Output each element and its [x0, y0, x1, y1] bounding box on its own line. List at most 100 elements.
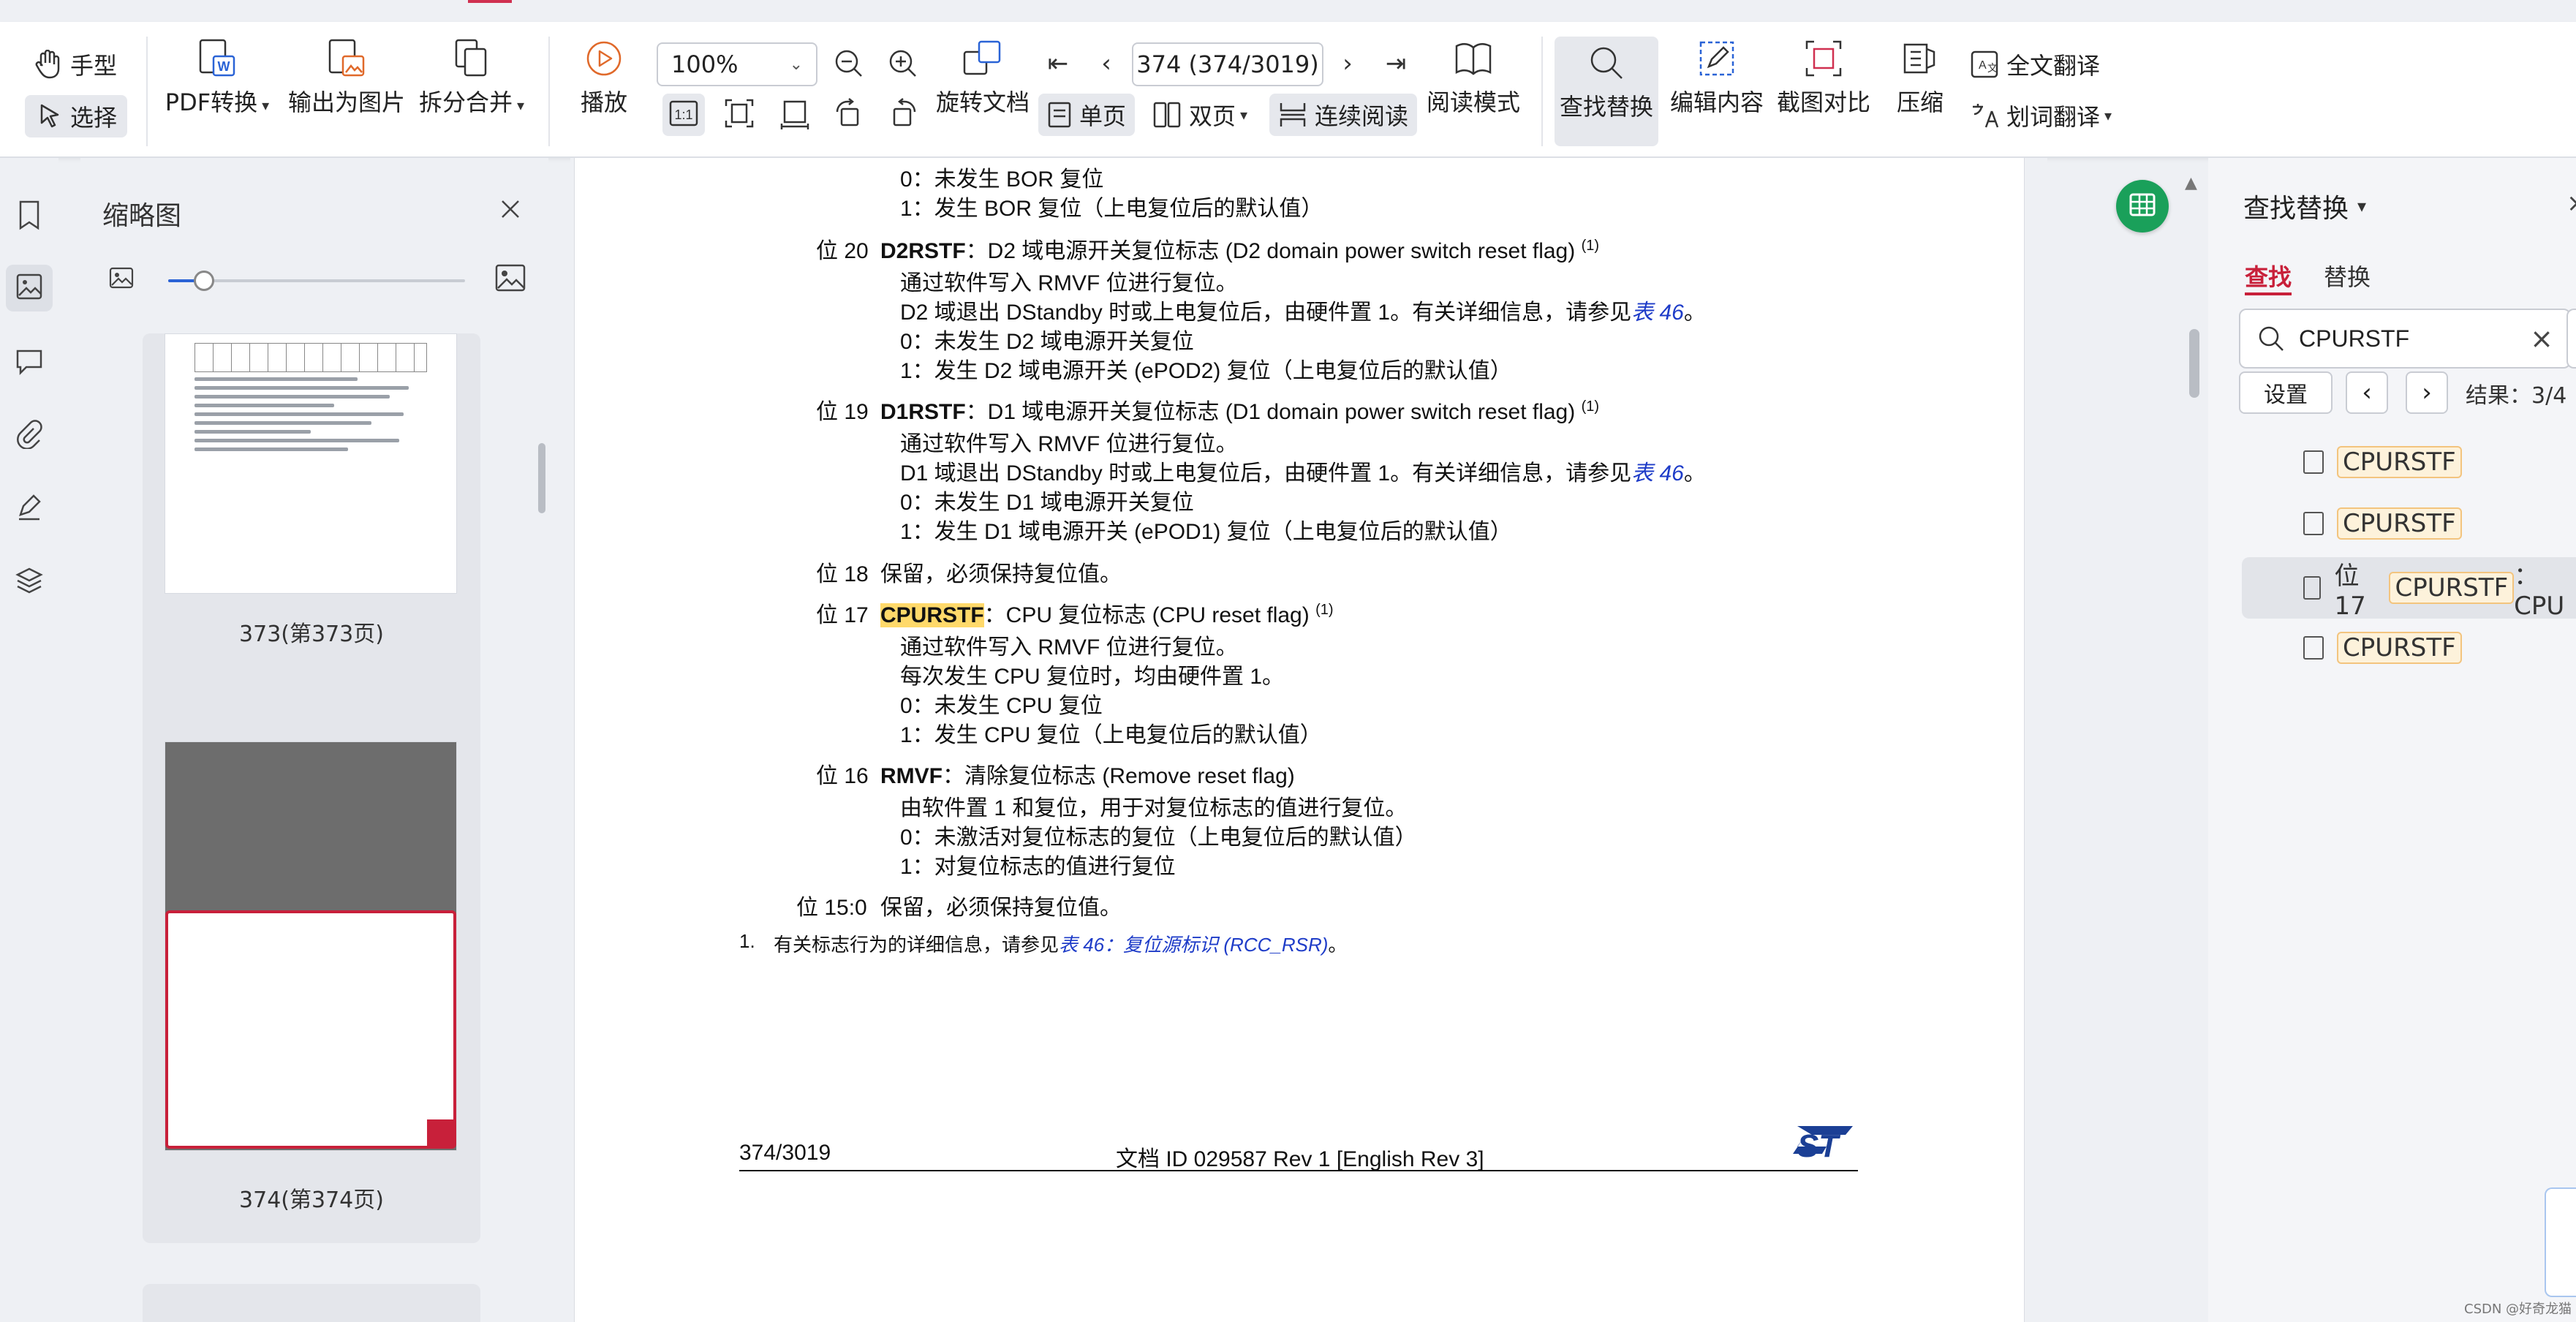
close-find-panel-button[interactable]: × [2566, 189, 2576, 218]
tab-find[interactable]: 查找 [2245, 259, 2292, 292]
table-link[interactable]: 表 46 [1631, 461, 1684, 486]
zoom-in-button[interactable] [882, 44, 924, 86]
fit-width-button[interactable] [774, 94, 816, 136]
single-page-icon [1047, 101, 1072, 129]
prev-page-button[interactable]: ‹ [1085, 42, 1128, 85]
prev-result-button[interactable]: ‹ [2346, 371, 2388, 414]
settings-button[interactable]: 设置 [2239, 371, 2333, 414]
thumb-enlarge-button[interactable] [494, 263, 526, 295]
rotate-document-button[interactable]: 旋转文档 [936, 37, 1030, 118]
search-result-item-selected[interactable]: 位 17 CPURSTF ：CPU [2242, 557, 2576, 619]
hand-tool-button[interactable]: 手型 [32, 44, 117, 85]
floating-widget[interactable] [2545, 1187, 2576, 1297]
search-field[interactable]: CPURSTF × [2239, 309, 2571, 369]
search-input[interactable]: CPURSTF [2299, 325, 2530, 352]
screenshot-compare-button[interactable]: 截图对比 [1772, 37, 1875, 118]
thumbnail-item-selected[interactable]: 374(第374页) [143, 714, 480, 1243]
zoom-select[interactable]: 100% ⌄ [657, 42, 817, 86]
double-page-label: 双页 [1189, 102, 1236, 130]
toolbar-divider [1541, 37, 1543, 146]
full-translate-button[interactable]: A文 全文翻译 [1970, 44, 2100, 85]
text-line: 0：未激活对复位标志的复位（上电复位后的默认值） [900, 826, 1417, 850]
text-line: 保留，必须保持复位值。 [880, 896, 1122, 920]
table-tool-button[interactable] [2116, 180, 2169, 233]
continuous-read-button[interactable]: 连续阅读 [1269, 94, 1418, 136]
footnote-text: 有关标志行为的详细信息，请参见表 46：复位源标识 (RCC_RSR)。 [774, 934, 1348, 956]
text-line: 0：未发生 D2 域电源开关复位 [900, 330, 1194, 354]
play-button[interactable]: 播放 [567, 37, 641, 118]
next-page-button[interactable]: › [1326, 42, 1369, 85]
reading-mode-label: 阅读模式 [1426, 88, 1520, 116]
thumb-line [194, 421, 371, 425]
thumb-line [194, 404, 334, 407]
actual-size-button[interactable]: 1:1 [662, 94, 705, 136]
thumb-size-slider[interactable] [168, 271, 548, 291]
thumbnail-scrollbar[interactable] [538, 443, 545, 513]
rotate-document-icon [961, 37, 1005, 80]
text-line: 1：发生 D2 域电源开关 (ePOD2) 复位（上电复位后的默认值） [900, 359, 1512, 383]
search-options-button[interactable] [2566, 309, 2576, 369]
table-icon [2128, 190, 2157, 222]
close-panel-button[interactable] [494, 194, 526, 227]
rotate-right-button[interactable] [882, 94, 924, 136]
document-scrollbar[interactable] [2189, 329, 2199, 398]
compress-label: 压缩 [1896, 88, 1944, 116]
single-page-button[interactable]: 单页 [1038, 94, 1136, 136]
search-result-item[interactable]: CPURSTF [2242, 622, 2576, 674]
compress-button[interactable]: 压缩 [1886, 37, 1954, 118]
thumbnail-panel: 缩略图 373(第373页) 374(第374页) [80, 158, 548, 1322]
play-label: 播放 [580, 88, 627, 116]
rotate-right-icon [887, 97, 919, 132]
image-icon [15, 272, 44, 304]
layers-button[interactable] [6, 559, 53, 605]
fit-page-button[interactable] [718, 94, 760, 136]
rotate-left-button[interactable] [828, 94, 870, 136]
text-line: 0：未发生 BOR 复位 [900, 167, 1104, 192]
thumbnail-view-button[interactable] [6, 265, 53, 311]
first-page-button[interactable]: ⇤ [1037, 42, 1079, 85]
thumbnail-page-image [165, 333, 457, 594]
hand-icon [32, 48, 64, 80]
clear-search-button[interactable]: × [2530, 322, 2553, 355]
table-link[interactable]: 表 46：复位源标识 (RCC_RSR) [1059, 934, 1328, 956]
double-page-button[interactable]: 双页 ▾ [1152, 94, 1247, 136]
thumbnail-item[interactable] [143, 1284, 480, 1322]
export-image-button[interactable]: 输出为图片 [288, 37, 405, 118]
find-replace-panel: 查找替换 ▾ × 查找 替换 CPURSTF × 设置 ‹ › 结果：3/4 C… [2208, 158, 2576, 1322]
last-page-button[interactable]: ⇥ [1375, 42, 1417, 85]
bookmark-button[interactable] [6, 193, 53, 240]
split-merge-button[interactable]: 拆分合并 ▾ [417, 37, 526, 118]
thumb-line [194, 377, 358, 381]
text-line: 通过软件写入 RMVF 位进行复位。 [900, 432, 1238, 456]
search-result-item[interactable]: CPURSTF [2242, 497, 2576, 550]
edit-content-button[interactable]: 编辑内容 [1666, 37, 1768, 118]
zoom-out-button[interactable] [828, 44, 870, 86]
reading-mode-button[interactable]: 阅读模式 [1426, 37, 1521, 118]
slider-handle[interactable] [194, 271, 214, 291]
pdf-convert-button[interactable]: W PDF转换 ▾ [162, 37, 272, 118]
attachments-button[interactable] [6, 412, 53, 459]
export-image-icon [325, 37, 369, 80]
search-icon [2256, 324, 2286, 353]
thumb-line [194, 430, 311, 434]
thumb-shrink-button[interactable] [108, 266, 135, 292]
word-translate-button[interactable]: 划词翻译 ▾ [1970, 95, 2112, 136]
search-match-highlight: CPURSTF [880, 603, 984, 627]
text-line: 1：发生 CPU 复位（上电复位后的默认值） [900, 723, 1322, 747]
signature-button[interactable] [6, 486, 53, 532]
tab-replace[interactable]: 替换 [2324, 259, 2371, 292]
comments-button[interactable] [6, 339, 53, 386]
next-result-button[interactable]: › [2406, 371, 2448, 414]
page-number-input[interactable]: 374 (374/3019) [1132, 42, 1323, 86]
scroll-up-arrow[interactable]: ▲ [2185, 174, 2197, 192]
select-tool-button[interactable]: 选择 [25, 95, 128, 137]
find-replace-button[interactable]: 查找替换 [1555, 37, 1658, 146]
table-link[interactable]: 表 46 [1631, 301, 1684, 325]
full-translate-label: 全文翻译 [2006, 52, 2101, 80]
thumb-table [194, 343, 427, 372]
find-panel-header[interactable]: 查找替换 ▾ [2243, 187, 2366, 225]
thumb-line [194, 412, 404, 416]
svg-text:文: 文 [1987, 63, 1998, 75]
search-result-item[interactable]: CPURSTF [2242, 436, 2576, 488]
fit-width-icon [779, 97, 811, 132]
